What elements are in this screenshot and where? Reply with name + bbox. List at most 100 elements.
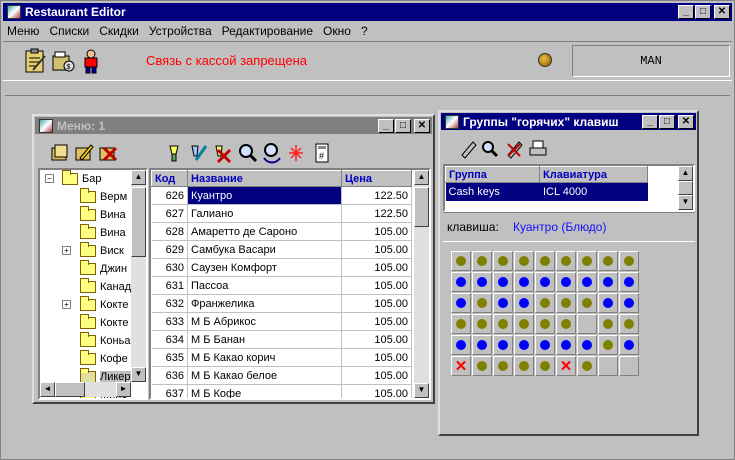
- delete-hotkey-icon[interactable]: [504, 138, 524, 160]
- table-row[interactable]: 636 М Б Какао белое 105.00: [151, 366, 412, 385]
- expand-icon[interactable]: +: [62, 246, 71, 255]
- calculator-icon[interactable]: #: [312, 142, 332, 164]
- name-cell[interactable]: М Б Какао корич: [187, 348, 342, 367]
- hotkey-item-icon[interactable]: [493, 272, 513, 292]
- search-icon[interactable]: [238, 142, 258, 164]
- table-row[interactable]: 626 Куантро 122.50: [151, 186, 412, 205]
- keyboard-groups-table[interactable]: Группа Клавиатура Cash keys ICL 4000 ▲ ▼: [443, 164, 695, 212]
- hotkey-item-icon[interactable]: [472, 335, 492, 355]
- scroll-thumb[interactable]: [55, 382, 85, 397]
- edit-hotkey-icon[interactable]: [458, 138, 478, 160]
- hotkey-assigned-icon[interactable]: [472, 314, 492, 334]
- code-cell[interactable]: 636: [151, 366, 188, 385]
- hotkey-item-icon[interactable]: [556, 272, 576, 292]
- keyboard-cell[interactable]: ICL 4000: [539, 182, 648, 201]
- hotkey-assigned-icon[interactable]: [514, 356, 534, 376]
- hotkey-item-icon[interactable]: [619, 272, 639, 292]
- table-row[interactable]: 634 М Б Банан 105.00: [151, 330, 412, 349]
- price-cell[interactable]: 105.00: [341, 276, 412, 295]
- name-cell[interactable]: Пассоа: [187, 276, 342, 295]
- column-header-code[interactable]: Код: [151, 170, 188, 187]
- hotkey-item-icon[interactable]: [535, 272, 555, 292]
- menu-item-lists[interactable]: Списки: [49, 24, 89, 38]
- name-cell[interactable]: М Б Кофе: [187, 384, 342, 398]
- maximize-button[interactable]: □: [695, 5, 711, 19]
- code-cell[interactable]: 626: [151, 186, 188, 205]
- menu-window-close-button[interactable]: ✕: [414, 119, 430, 133]
- hotkey-assigned-icon[interactable]: [598, 314, 618, 334]
- globe-icon[interactable]: [538, 53, 552, 67]
- hotkey-assigned-icon[interactable]: [535, 251, 555, 271]
- code-cell[interactable]: 637: [151, 384, 188, 398]
- scroll-up-arrow-icon[interactable]: ▲: [414, 170, 429, 185]
- hotkey-assigned-icon[interactable]: [556, 293, 576, 313]
- search-next-icon[interactable]: [262, 142, 282, 164]
- column-header-price[interactable]: Цена: [341, 170, 412, 187]
- table-row[interactable]: 629 Самбука Васари 105.00: [151, 240, 412, 259]
- hotkey-assigned-icon[interactable]: [451, 314, 471, 334]
- menu-window-maximize-button[interactable]: □: [395, 119, 411, 133]
- menu-item-discounts[interactable]: Скидки: [99, 24, 139, 38]
- price-cell[interactable]: 105.00: [341, 222, 412, 241]
- price-cell[interactable]: 105.00: [341, 384, 412, 398]
- code-cell[interactable]: 628: [151, 222, 188, 241]
- group-cell[interactable]: Cash keys: [445, 182, 540, 201]
- hotkey-cleared-icon[interactable]: [451, 356, 471, 376]
- menu-item-window[interactable]: Окно: [323, 24, 351, 38]
- price-cell[interactable]: 105.00: [341, 294, 412, 313]
- tree-vertical-scrollbar[interactable]: ▲ ▼: [131, 170, 146, 382]
- delete-item-icon[interactable]: [212, 142, 232, 164]
- hotkey-item-icon[interactable]: [514, 335, 534, 355]
- hotkey-item-icon[interactable]: [619, 335, 639, 355]
- hotkey-item-icon[interactable]: [619, 293, 639, 313]
- hotkey-item-icon[interactable]: [451, 272, 471, 292]
- price-cell[interactable]: 105.00: [341, 240, 412, 259]
- price-cell[interactable]: 122.50: [341, 204, 412, 223]
- edit-item-icon[interactable]: [188, 142, 208, 164]
- code-cell[interactable]: 630: [151, 258, 188, 277]
- hotkey-assigned-icon[interactable]: [472, 356, 492, 376]
- code-cell[interactable]: 629: [151, 240, 188, 259]
- groups-vertical-scrollbar[interactable]: ▲ ▼: [678, 166, 693, 210]
- expand-icon[interactable]: +: [62, 300, 71, 309]
- price-cell[interactable]: 105.00: [341, 330, 412, 349]
- name-cell[interactable]: Самбука Васари: [187, 240, 342, 259]
- hotkey-item-icon[interactable]: [598, 293, 618, 313]
- hotkey-item-icon[interactable]: [598, 272, 618, 292]
- column-header-keyboard[interactable]: Клавиатура: [539, 166, 648, 183]
- category-tree[interactable]: − Бар Верм Вина Вина + Виск Джин Канад + К…: [38, 168, 148, 400]
- hotkeys-window-titlebar[interactable]: Группы "горячих" клавиш _ □ ✕: [441, 113, 696, 130]
- scroll-up-arrow-icon[interactable]: ▲: [678, 166, 693, 181]
- price-cell[interactable]: 105.00: [341, 258, 412, 277]
- hotkey-item-icon[interactable]: [451, 293, 471, 313]
- table-row[interactable]: 637 М Б Кофе 105.00: [151, 384, 412, 398]
- hotkey-assigned-icon[interactable]: [619, 251, 639, 271]
- hotkey-empty-slot[interactable]: [577, 314, 597, 334]
- delete-group-icon[interactable]: [98, 142, 118, 164]
- hotkey-assigned-icon[interactable]: [556, 251, 576, 271]
- menu-window-minimize-button[interactable]: _: [378, 119, 394, 133]
- minimize-button[interactable]: _: [678, 5, 694, 19]
- hotkey-item-icon[interactable]: [514, 293, 534, 313]
- hotkey-assigned-icon[interactable]: [451, 251, 471, 271]
- hotkey-assigned-icon[interactable]: [493, 356, 513, 376]
- name-cell[interactable]: Галиано: [187, 204, 342, 223]
- collapse-icon[interactable]: −: [45, 174, 54, 183]
- table-row[interactable]: 630 Саузен Комфорт 105.00: [151, 258, 412, 277]
- price-cell[interactable]: 105.00: [341, 366, 412, 385]
- hotkey-assigned-icon[interactable]: [577, 356, 597, 376]
- scroll-thumb[interactable]: [678, 181, 693, 195]
- scroll-down-arrow-icon[interactable]: ▼: [678, 195, 693, 210]
- hotkey-assigned-icon[interactable]: [493, 251, 513, 271]
- hotkey-item-icon[interactable]: [535, 335, 555, 355]
- hotkey-empty-slot[interactable]: [619, 356, 639, 376]
- clipboard-icon[interactable]: [23, 48, 47, 74]
- hotkey-assigned-icon[interactable]: [577, 251, 597, 271]
- hotkey-assigned-icon[interactable]: [535, 356, 555, 376]
- menu-window-titlebar[interactable]: Меню: 1 _ □ ✕: [35, 117, 432, 134]
- hotkeys-window-minimize-button[interactable]: _: [642, 115, 658, 129]
- name-cell[interactable]: Франжелика: [187, 294, 342, 313]
- hotkey-empty-slot[interactable]: [598, 356, 618, 376]
- hotkey-assigned-icon[interactable]: [556, 314, 576, 334]
- edit-group-icon[interactable]: [74, 142, 94, 164]
